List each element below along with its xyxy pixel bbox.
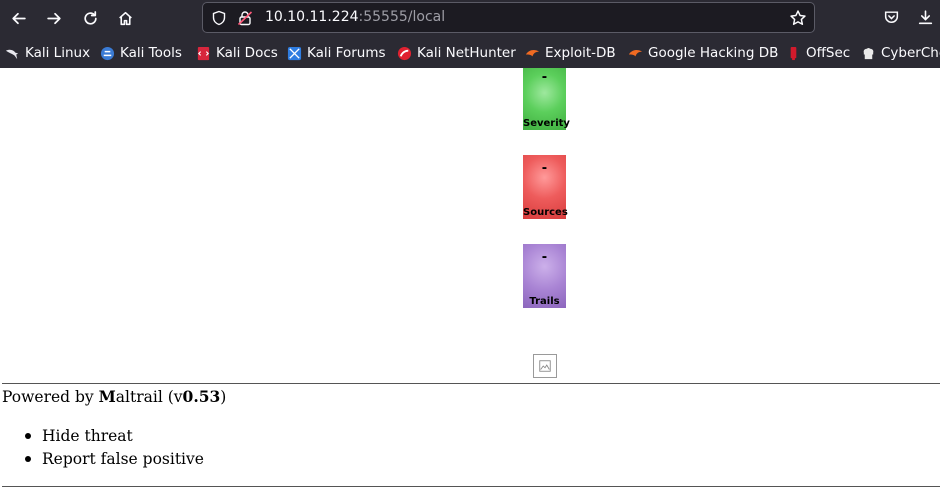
download-icon bbox=[918, 9, 932, 24]
arrow-left-icon bbox=[11, 12, 26, 24]
sources-value: - bbox=[541, 161, 548, 176]
page-content: - Severity - Sources - Trails Powered by… bbox=[0, 68, 940, 487]
trails-tile[interactable]: - Trails bbox=[523, 244, 566, 308]
menu-item-report-false-positive[interactable]: Report false positive bbox=[22, 448, 204, 471]
bookmark-label: Kali Linux bbox=[25, 45, 91, 61]
insecure-lock-icon[interactable] bbox=[236, 9, 254, 27]
version-number: 0.53 bbox=[182, 387, 221, 406]
menu-item-hide-threat[interactable]: Hide threat bbox=[22, 425, 204, 448]
brand-rest: altrail bbox=[115, 388, 163, 406]
downloads-button[interactable] bbox=[914, 6, 936, 28]
bookmark-kali-docs[interactable]: Kali Docs bbox=[196, 42, 278, 64]
pocket-icon bbox=[884, 10, 898, 23]
trails-value: - bbox=[541, 250, 548, 265]
kali-dragon-icon bbox=[5, 49, 19, 59]
home-button[interactable] bbox=[111, 4, 139, 32]
nethunter-icon bbox=[397, 46, 412, 60]
bookmark-offsec[interactable]: OffSec bbox=[786, 42, 850, 64]
bookmark-label: Kali Docs bbox=[216, 45, 278, 61]
shield-icon[interactable] bbox=[210, 9, 228, 27]
back-button[interactable] bbox=[4, 4, 32, 32]
bookmark-star-icon[interactable] bbox=[789, 9, 807, 27]
bookmark-kali-tools[interactable]: Kali Tools bbox=[100, 42, 182, 64]
offsec-icon bbox=[790, 46, 797, 60]
url-text[interactable]: 10.10.11.224:55555/local bbox=[265, 9, 445, 25]
forward-button[interactable] bbox=[40, 4, 68, 32]
cyberchef-icon bbox=[863, 47, 874, 59]
broken-image-icon bbox=[533, 354, 557, 378]
severity-tile[interactable]: - Severity bbox=[523, 68, 570, 130]
powered-by-text: Powered by bbox=[2, 388, 99, 406]
url-host: 10.10.11.224 bbox=[265, 9, 359, 25]
version-prefix: (v bbox=[162, 388, 183, 406]
arrow-right-icon bbox=[46, 12, 61, 24]
bookmark-kali-forums[interactable]: Kali Forums bbox=[287, 42, 386, 64]
version-suffix: ) bbox=[220, 388, 227, 406]
bookmark-kali-nethunter[interactable]: Kali NetHunter bbox=[397, 42, 516, 64]
context-menu: Hide threat Report false positive bbox=[22, 425, 204, 471]
bookmark-exploit-db[interactable]: Exploit-DB bbox=[525, 42, 616, 64]
url-bar[interactable]: 10.10.11.224:55555/local bbox=[202, 2, 815, 33]
exploit-db-icon bbox=[525, 49, 540, 56]
reload-button[interactable] bbox=[76, 4, 104, 32]
home-icon bbox=[118, 11, 132, 25]
trails-label: Trails bbox=[529, 296, 560, 307]
footer-divider-top bbox=[2, 383, 940, 384]
bookmark-label: Kali NetHunter bbox=[417, 45, 516, 61]
brand-initial: M bbox=[98, 387, 116, 406]
pocket-button[interactable] bbox=[880, 6, 902, 28]
bookmark-label: CyberChe bbox=[881, 45, 940, 61]
footer-credit: Powered by Maltrail (v0.53) bbox=[2, 387, 226, 406]
severity-label: Severity bbox=[523, 118, 570, 129]
bookmark-label: Kali Forums bbox=[307, 45, 386, 61]
sources-label: Sources bbox=[523, 207, 568, 218]
severity-value: - bbox=[541, 70, 548, 85]
browser-toolbar: 10.10.11.224:55555/local bbox=[0, 0, 940, 36]
bookmark-label: Kali Tools bbox=[120, 45, 182, 61]
bookmark-kali-linux[interactable]: Kali Linux bbox=[5, 42, 90, 64]
kali-docs-icon bbox=[197, 46, 210, 60]
kali-forums-icon bbox=[287, 46, 302, 60]
ghdb-icon bbox=[628, 49, 643, 56]
reload-icon bbox=[83, 10, 97, 25]
url-path: :55555/local bbox=[358, 9, 446, 25]
kali-tools-icon bbox=[100, 46, 115, 60]
bookmark-cyberchef[interactable]: CyberChe bbox=[861, 42, 940, 64]
bookmark-label: Google Hacking DB bbox=[648, 45, 779, 61]
sources-tile[interactable]: - Sources bbox=[523, 155, 568, 219]
bookmark-label: Exploit-DB bbox=[545, 45, 616, 61]
bookmark-google-hacking-db[interactable]: Google Hacking DB bbox=[628, 42, 778, 64]
bookmark-label: OffSec bbox=[806, 45, 851, 61]
bookmarks-toolbar: Kali Linux Kali Tools Kali Docs Kali For… bbox=[0, 38, 940, 68]
browser-chrome: 10.10.11.224:55555/local Kali Linux Kali… bbox=[0, 0, 940, 68]
